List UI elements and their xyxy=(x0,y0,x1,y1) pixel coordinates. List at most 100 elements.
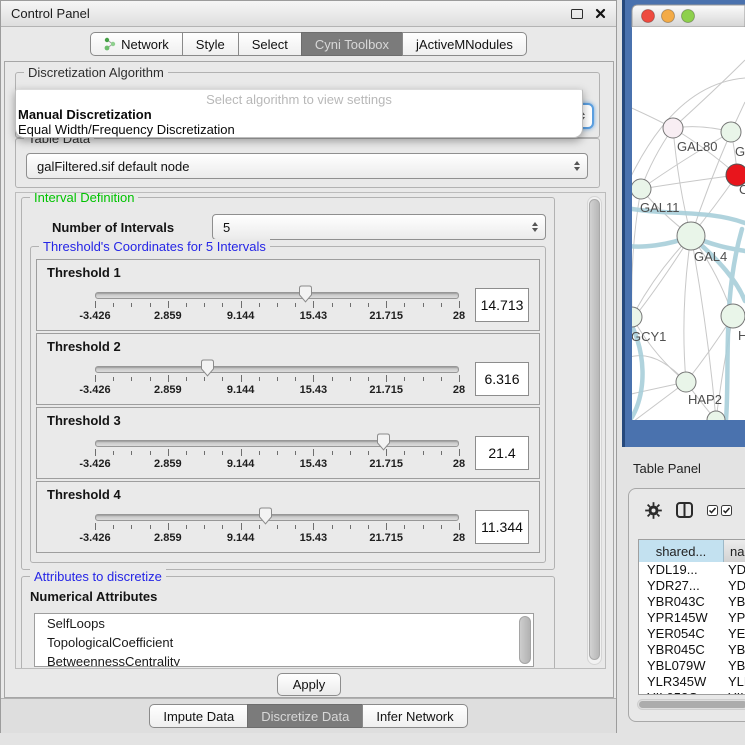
threshold-slider-4[interactable]: -3.4262.8599.14415.4321.71528 xyxy=(93,505,461,549)
tab-cyni-toolbox[interactable]: Cyni Toolbox xyxy=(301,32,403,56)
threshold-slider-2[interactable]: -3.4262.8599.14415.4321.71528 xyxy=(93,357,461,401)
table-row[interactable]: YDR27...YDR2 xyxy=(639,578,745,594)
network-node-h[interactable] xyxy=(721,304,745,328)
cell-name[interactable]: YDR2 xyxy=(724,578,745,594)
cell-shared-name[interactable]: YLR345W xyxy=(639,674,724,690)
settings-gear-icon[interactable] xyxy=(645,502,662,519)
algorithm-option-equal-width[interactable]: Equal Width/Frequency Discretization xyxy=(16,122,582,137)
network-node-gal80[interactable] xyxy=(663,118,683,138)
cell-name[interactable]: YER0 xyxy=(724,626,745,642)
tab-impute-data[interactable]: Impute Data xyxy=(149,704,248,728)
float-window-icon[interactable] xyxy=(571,9,583,19)
slider-handle[interactable] xyxy=(376,433,391,451)
cell-name[interactable]: YBL0 xyxy=(724,658,745,674)
column-header-shared-name[interactable]: shared... xyxy=(639,540,724,562)
tab-label: Cyni Toolbox xyxy=(315,37,389,52)
minimize-light[interactable] xyxy=(662,10,675,23)
cell-name[interactable]: YDL1 xyxy=(724,562,745,578)
table-panel-toolbar xyxy=(645,499,732,521)
network-node-ga[interactable] xyxy=(721,122,741,142)
column-header-name[interactable]: na xyxy=(724,540,745,562)
network-node-hap2[interactable] xyxy=(676,372,696,392)
table-horizontal-scrollbar-thumb[interactable] xyxy=(639,701,745,708)
table-horizontal-scrollbar[interactable] xyxy=(637,699,745,710)
algorithm-placeholder: Select algorithm to view settings xyxy=(16,92,582,107)
network-node-gal11[interactable] xyxy=(631,179,651,199)
settings-scrollbar[interactable] xyxy=(587,196,602,665)
cell-shared-name[interactable]: YBR043C xyxy=(639,594,724,610)
cell-name[interactable]: YLR3 xyxy=(724,674,745,690)
tab-label: Network xyxy=(121,37,169,52)
control-panel-tabbar: Network Style Select Cyni Toolbox jActiv… xyxy=(1,27,616,61)
apply-button[interactable]: Apply xyxy=(277,673,341,696)
slider-track[interactable] xyxy=(95,514,459,521)
close-light[interactable] xyxy=(642,10,655,23)
tab-label: Select xyxy=(252,37,288,52)
cell-name[interactable]: YPR1 xyxy=(724,610,745,626)
network-canvas[interactable]: GAL80GACGAL11GAL4GCY1HHAP2 xyxy=(622,0,745,447)
zoom-light[interactable] xyxy=(682,10,695,23)
tab-style[interactable]: Style xyxy=(182,32,239,56)
table-row[interactable]: YBL079WYBL0 xyxy=(639,658,745,674)
cell-shared-name[interactable]: YDL19... xyxy=(639,562,724,578)
threshold-value-input[interactable]: 14.713 xyxy=(475,288,529,322)
algorithm-option-manual[interactable]: Manual Discretization xyxy=(16,107,582,122)
threshold-value-input[interactable]: 6.316 xyxy=(475,362,529,396)
slider-scale-labels: -3.4262.8599.14415.4321.71528 xyxy=(95,458,459,471)
slider-track[interactable] xyxy=(95,366,459,373)
table-row[interactable]: YDL19...YDL1 xyxy=(639,562,745,578)
slider-handle[interactable] xyxy=(258,507,273,525)
cell-name[interactable]: YBR0 xyxy=(724,594,745,610)
slider-handle[interactable] xyxy=(298,285,313,303)
table-row[interactable]: YIL052CYIL0 xyxy=(639,690,745,694)
table-row[interactable]: YLR345WYLR3 xyxy=(639,674,745,690)
cell-shared-name[interactable]: YDR27... xyxy=(639,578,724,594)
cell-shared-name[interactable]: YIL052C xyxy=(639,690,724,694)
cell-name[interactable]: YIL0 xyxy=(724,690,745,694)
cell-shared-name[interactable]: YPR145W xyxy=(639,610,724,626)
cell-shared-name[interactable]: YER054C xyxy=(639,626,724,642)
table-row[interactable]: YER054CYER0 xyxy=(639,626,745,642)
number-of-intervals-combo[interactable]: 5 xyxy=(212,214,546,240)
tab-network[interactable]: Network xyxy=(90,32,183,56)
threshold-value-input[interactable]: 11.344 xyxy=(475,510,529,544)
slider-track[interactable] xyxy=(95,440,459,447)
split-columns-icon[interactable] xyxy=(676,502,693,518)
attribute-item[interactable]: SelfLoops xyxy=(35,614,533,633)
tab-select[interactable]: Select xyxy=(238,32,302,56)
tab-infer-network[interactable]: Infer Network xyxy=(362,704,467,728)
checkbox-checked-icon[interactable] xyxy=(707,505,718,516)
attribute-item[interactable]: BetweennessCentrality xyxy=(35,652,533,667)
network-view-window[interactable]: GAL80GACGAL11GAL4GCY1HHAP2 xyxy=(622,0,745,447)
network-node-gal4[interactable] xyxy=(677,222,705,250)
tab-label: Infer Network xyxy=(376,709,453,724)
numerical-attributes-list[interactable]: SelfLoopsTopologicalCoefficientBetweenne… xyxy=(34,613,534,667)
tab-discretize-data[interactable]: Discretize Data xyxy=(247,704,363,728)
threshold-value-input[interactable]: 21.4 xyxy=(475,436,529,470)
threshold-slider-1[interactable]: -3.4262.8599.14415.4321.71528 xyxy=(93,283,461,327)
cell-name[interactable]: YBR0 xyxy=(724,642,745,658)
table-data-combo[interactable]: galFiltered.sif default node xyxy=(26,153,588,179)
table-row[interactable]: YPR145WYPR1 xyxy=(639,610,745,626)
thresholds-group: Threshold's Coordinates for 5 Intervals … xyxy=(30,246,546,563)
cell-shared-name[interactable]: YBL079W xyxy=(639,658,724,674)
cell-shared-name[interactable]: YBR045C xyxy=(639,642,724,658)
list-scrollbar-thumb[interactable] xyxy=(519,616,531,664)
attribute-item[interactable]: TopologicalCoefficient xyxy=(35,633,533,652)
cyni-bottom-tabbar: Impute Data Discretize Data Infer Networ… xyxy=(1,698,616,733)
node-table: shared... na YDL19...YDL1YDR27...YDR2YBR… xyxy=(638,539,745,695)
slider-handle[interactable] xyxy=(200,359,215,377)
threshold-slider-3[interactable]: -3.4262.8599.14415.4321.71528 xyxy=(93,431,461,475)
window-title: Control Panel xyxy=(11,6,571,21)
checkbox-checked-icon[interactable] xyxy=(721,505,732,516)
table-row[interactable]: YBR045CYBR0 xyxy=(639,642,745,658)
tab-label: Impute Data xyxy=(163,709,234,724)
network-node-label: GCY1 xyxy=(631,329,666,344)
tab-jactivemnodules[interactable]: jActiveMNodules xyxy=(402,32,527,56)
close-icon[interactable] xyxy=(595,8,606,19)
table-row[interactable]: YBR043CYBR0 xyxy=(639,594,745,610)
slider-track[interactable] xyxy=(95,292,459,299)
settings-scrollbar-thumb[interactable] xyxy=(589,199,600,660)
interval-definition-group: Interval Definition Number of Intervals … xyxy=(21,197,555,570)
threshold-label: Threshold 3 xyxy=(37,408,539,428)
